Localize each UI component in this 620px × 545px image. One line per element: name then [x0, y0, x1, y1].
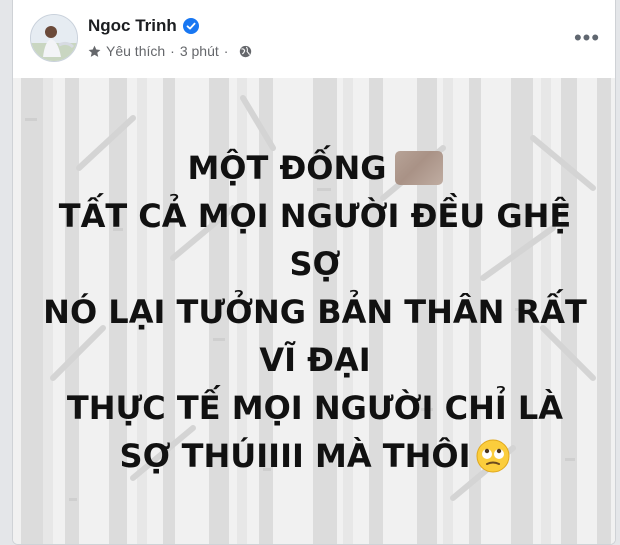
- author-avatar[interactable]: [30, 14, 78, 62]
- post-line-3: SỢ: [289, 245, 341, 283]
- post-line-2: TẤT CẢ MỌI NGƯỜI ĐỀU GHỆ: [58, 197, 572, 235]
- post-line-4: NÓ LẠI TƯỞNG BẢN THÂN RẤT: [43, 293, 587, 331]
- post-line-1: MỘT ĐỐNG: [13, 144, 615, 192]
- post-meta: Yêu thích · 3 phút ·: [88, 43, 252, 59]
- post-line-6: THỰC TẾ MỌI NGƯỜI CHỈ LÀ: [66, 389, 564, 427]
- post-header: Ngoc Trinh Yêu thích · 3 phút · •••: [13, 0, 615, 78]
- post-line-7-text: SỢ THÚIIII MÀ THÔI: [119, 437, 471, 475]
- globe-icon[interactable]: [239, 45, 252, 58]
- rolling-eyes-emoji-icon: [476, 439, 510, 473]
- post-card: Ngoc Trinh Yêu thích · 3 phút · ••• MỘT …: [12, 0, 616, 545]
- audience-label[interactable]: Yêu thích: [106, 43, 165, 59]
- more-options-button[interactable]: •••: [573, 24, 601, 52]
- post-line-7: SỢ THÚIIII MÀ THÔI: [13, 432, 615, 480]
- blurred-emoji: [394, 151, 443, 185]
- post-timestamp[interactable]: 3 phút: [180, 43, 219, 59]
- post-line-5: VĨ ĐẠI: [259, 341, 371, 379]
- post-image[interactable]: MỘT ĐỐNG TẤT CẢ MỌI NGƯỜI ĐỀU GHỆ SỢ NÓ …: [13, 78, 615, 544]
- avatar-image: [31, 15, 77, 61]
- meta-separator: ·: [170, 43, 175, 59]
- author-name[interactable]: Ngoc Trinh: [88, 16, 177, 36]
- verified-badge-icon: [182, 18, 199, 34]
- star-icon: [88, 45, 101, 57]
- meta-separator-2: ·: [223, 43, 229, 59]
- post-line-1-text: MỘT ĐỐNG: [187, 149, 387, 187]
- post-text: MỘT ĐỐNG TẤT CẢ MỌI NGƯỜI ĐỀU GHỆ SỢ NÓ …: [13, 144, 615, 480]
- more-options-icon: •••: [573, 25, 601, 50]
- author-row: Ngoc Trinh: [88, 16, 199, 36]
